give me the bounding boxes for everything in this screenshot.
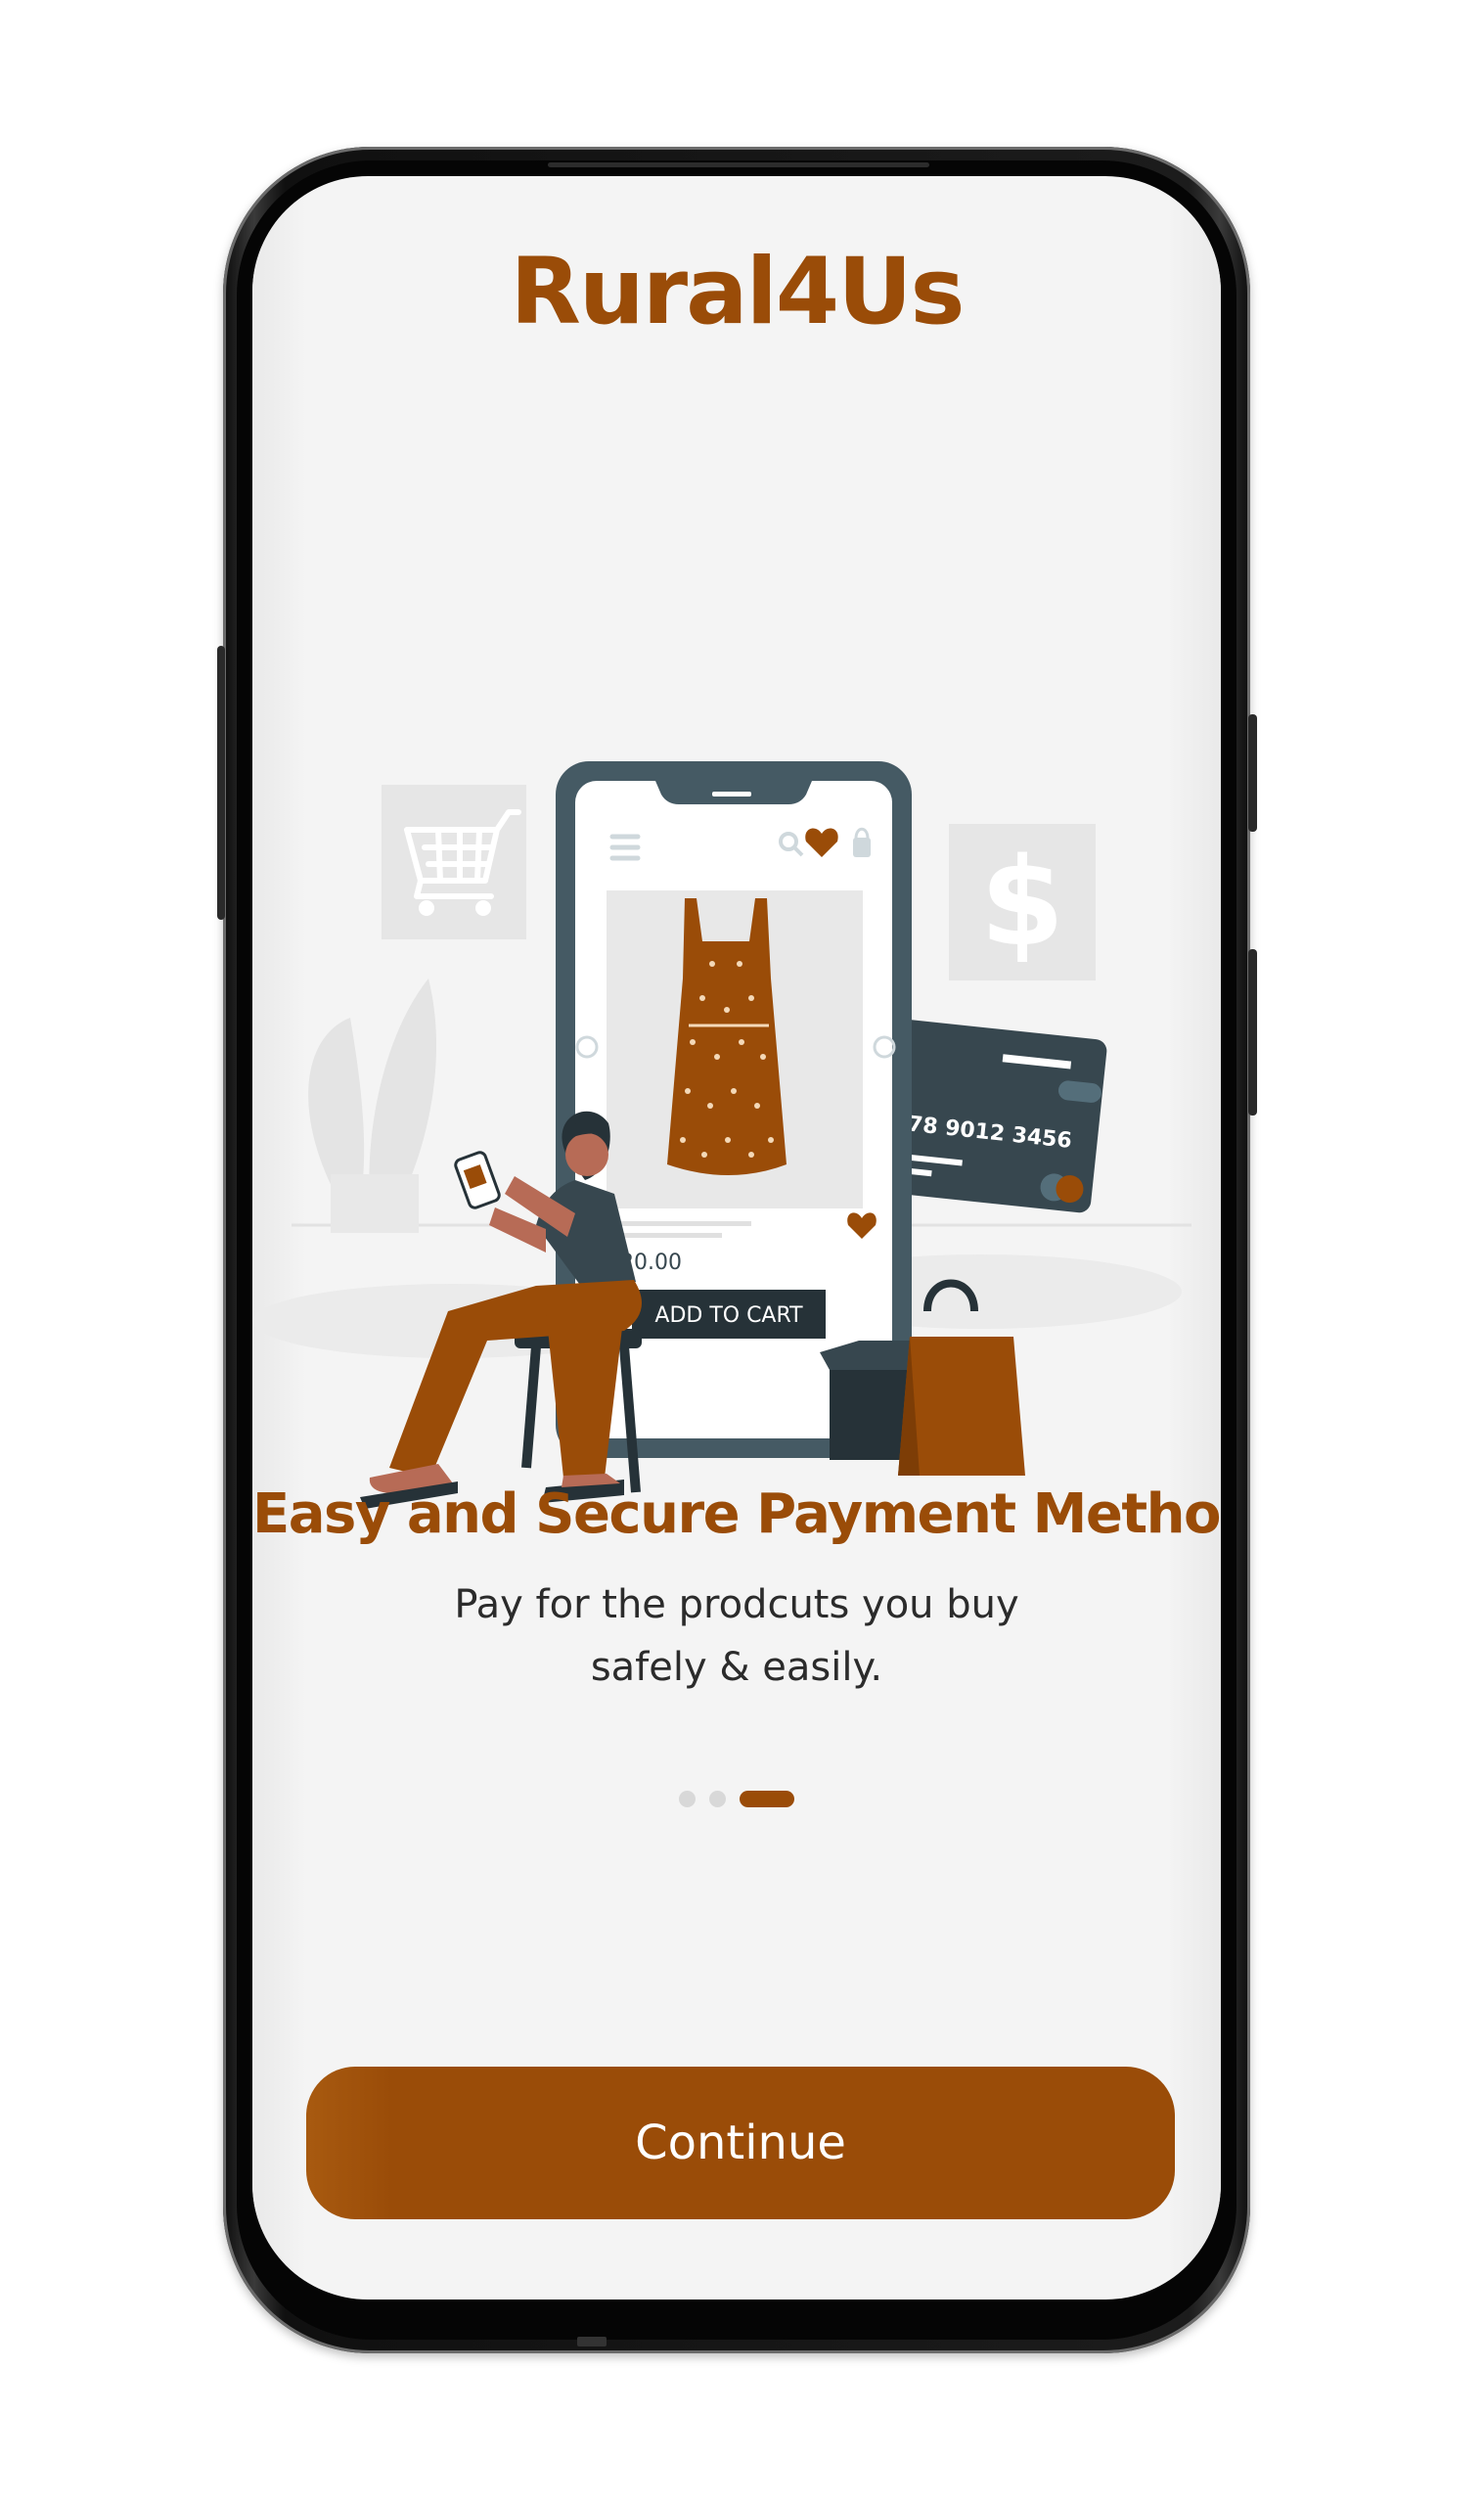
phone-side-button-right-top — [1248, 714, 1257, 832]
page-indicator-dot-2[interactable] — [709, 1791, 726, 1807]
app-title: Rural4Us — [510, 239, 966, 345]
page-indicator-dot-3-active[interactable] — [740, 1791, 794, 1807]
add-to-cart-label: ADD TO CART — [654, 1303, 803, 1328]
phone-port — [577, 2337, 607, 2346]
page-indicator — [252, 1791, 1221, 1807]
plant-decoration — [308, 979, 437, 1233]
onboarding-headline: Easy and Secure Payment Method — [252, 1482, 1221, 1546]
page-indicator-dot-1[interactable] — [679, 1791, 696, 1807]
phone-speaker — [548, 162, 929, 167]
onboarding-subtitle-line-1: Pay for the prodcuts you buy — [454, 1582, 1019, 1627]
cart-panel-icon — [382, 785, 526, 939]
dollar-panel-icon: $ — [949, 824, 1096, 980]
onboarding-subtitle-line-2: safely & easily. — [590, 1645, 883, 1690]
bag-mini-icon — [853, 838, 871, 857]
phone-side-button-left — [217, 646, 225, 920]
onboarding-illustration: $ 5678 9012 3456 $20.00 ADD TO CART — [252, 761, 1192, 1509]
dollar-symbol: $ — [980, 833, 1064, 974]
continue-button[interactable]: Continue — [306, 2067, 1175, 2219]
phone-side-button-right-bottom — [1248, 949, 1257, 1116]
app-screen: Rural4Us $ 5678 9012 3456 $20.00 ADD TO … — [252, 176, 1221, 2300]
onboarding-subtitle: Pay for the prodcuts you buy safely & ea… — [252, 1573, 1221, 1699]
